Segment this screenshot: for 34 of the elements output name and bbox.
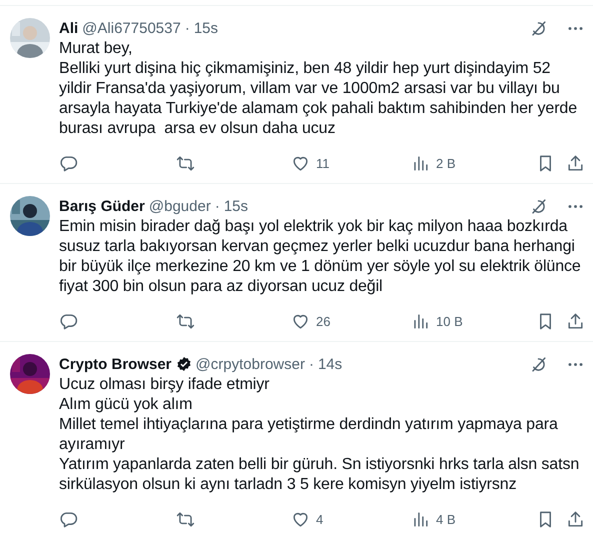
user-name[interactable]: Ali	[59, 20, 78, 36]
separator-dot: ·	[214, 198, 220, 214]
like-count: 11	[316, 156, 330, 170]
bar-chart-icon[interactable]	[411, 510, 430, 528]
separator-dot: ·	[308, 356, 314, 372]
post-time[interactable]: 15s	[194, 20, 218, 36]
repost-icon[interactable]	[176, 510, 195, 528]
like-count: 26	[316, 314, 330, 328]
reply-icon[interactable]	[59, 154, 78, 172]
reply-icon[interactable]	[59, 510, 78, 528]
bar-chart-icon[interactable]	[411, 312, 430, 330]
share-icon[interactable]	[566, 510, 585, 528]
repost-icon[interactable]	[176, 312, 195, 330]
view-count: 4 B	[436, 512, 456, 526]
reply-icon[interactable]	[59, 312, 78, 330]
post-text: Ucuz olması birşy ifade etmiyr Alım gücü yok alım Millet temel ihtiyaçlarına para yetiştirme derdindn yatırım yapmaya para ayıramıyr Yatırım yapanlarda zaten belli bir güruh. Sn istiyorsnki hrks tarla alsn satsn sirkülasyon olsun ki aynı tarladn 3 5 kere komisyn yiyelm istiyrsnz	[59, 375, 580, 495]
share-icon[interactable]	[566, 154, 585, 172]
separator-dot: ·	[184, 20, 190, 36]
view-count: 2 B	[436, 156, 456, 170]
post-text: Emin misin birader dağ başı yol elektrik yok bir kaç milyon haaa bozkırda susuz tarla bakıyorsan kervan geçmez yerler belki ucuzdur bana herhangi bir büyük ilçe merkezine 20 km ve 1 dönüm yer söyle yol su elektrik ölünce fiyat 300 bin olsun para az diyorsan ucuz değil	[59, 217, 582, 297]
share-icon[interactable]	[566, 312, 585, 330]
user-handle[interactable]: @Ali67750537	[82, 20, 181, 36]
user-name[interactable]: Crypto Browser	[59, 356, 172, 372]
repost-icon[interactable]	[176, 154, 195, 172]
post-time[interactable]: 15s	[224, 198, 248, 214]
user-handle[interactable]: @crpytobrowser	[196, 356, 305, 372]
user-handle[interactable]: @bguder	[148, 198, 211, 214]
like-count: 4	[316, 512, 324, 526]
verified-badge-icon	[176, 356, 192, 372]
post-text: Murat bey, Belliki yurt dişina hiç çikmamişiniz, ben 48 yildir hep yurt dişindayim 52 yildir Fransa'da yaşiyorum, villam var ve 1000m2 arsasi var bu villayı bu arsayla hayata Turkiye'de alamam çok pahali baktım sahibinden her yerde burası avrupa arsa ev olsun daha ucuz	[59, 39, 578, 139]
view-count: 10 B	[436, 314, 463, 328]
post-time[interactable]: 14s	[318, 356, 342, 372]
bar-chart-icon[interactable]	[411, 154, 430, 172]
user-name[interactable]: Barış Güder	[59, 198, 145, 214]
